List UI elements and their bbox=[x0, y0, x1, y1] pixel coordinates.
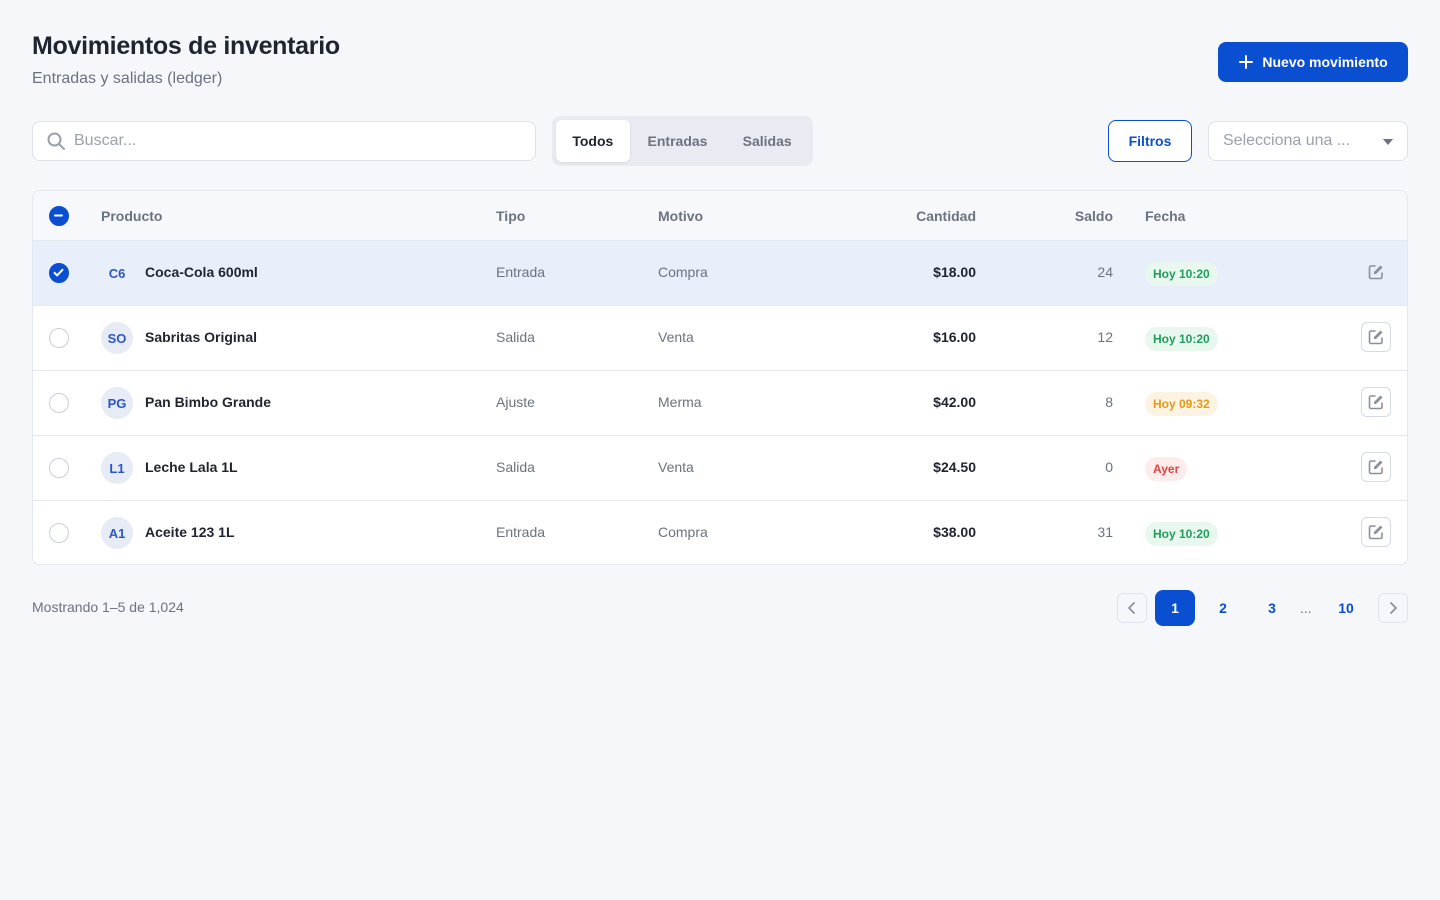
product-avatar: SO bbox=[101, 322, 133, 354]
col-producto[interactable]: Producto bbox=[101, 208, 162, 224]
product-name: Pan Bimbo Grande bbox=[145, 394, 272, 410]
date-badge: Hoy 10:20 bbox=[1145, 327, 1218, 351]
product-avatar: C6 bbox=[108, 265, 126, 281]
col-fecha[interactable]: Fecha bbox=[1145, 208, 1185, 224]
edit-icon bbox=[1368, 460, 1383, 475]
prev-page-button[interactable] bbox=[1117, 593, 1147, 623]
search-input[interactable] bbox=[74, 132, 535, 150]
tab-salidas[interactable]: Salidas bbox=[725, 120, 809, 162]
col-saldo[interactable]: Saldo bbox=[1075, 208, 1113, 224]
movement-type: Salida bbox=[496, 329, 535, 345]
select-all-checkbox[interactable] bbox=[49, 206, 69, 226]
new-movement-button[interactable]: Nuevo movimiento bbox=[1218, 42, 1408, 82]
movement-type: Entrada bbox=[496, 264, 546, 280]
tab-entradas[interactable]: Entradas bbox=[630, 120, 726, 162]
edit-button[interactable] bbox=[1361, 387, 1391, 417]
page-1-button[interactable]: 1 bbox=[1155, 590, 1195, 626]
stock-balance: 12 bbox=[1097, 329, 1113, 345]
select-placeholder: Selecciona una ... bbox=[1223, 132, 1351, 149]
minus-icon bbox=[54, 214, 63, 217]
row-checkbox[interactable] bbox=[49, 523, 69, 543]
movement-reason: Merma bbox=[658, 394, 702, 410]
movement-reason: Compra bbox=[658, 264, 708, 280]
product-name: Aceite 123 1L bbox=[145, 524, 235, 540]
movement-type: Salida bbox=[496, 459, 535, 475]
movement-type: Entrada bbox=[496, 524, 546, 540]
date-badge: Hoy 10:20 bbox=[1145, 262, 1218, 286]
table-row[interactable]: SO Sabritas Original Salida Venta $16.00… bbox=[33, 306, 1407, 371]
edit-button[interactable] bbox=[1361, 322, 1391, 352]
product-name: Leche Lala 1L bbox=[145, 459, 238, 475]
movement-amount: $16.00 bbox=[933, 329, 976, 345]
table-row[interactable]: PG Pan Bimbo Grande Ajuste Merma $42.00 … bbox=[33, 371, 1407, 436]
movement-reason: Compra bbox=[658, 524, 708, 540]
col-cantidad[interactable]: Cantidad bbox=[916, 208, 976, 224]
movement-amount: $24.50 bbox=[933, 459, 976, 475]
edit-button[interactable] bbox=[1361, 517, 1391, 547]
page-2-button[interactable]: 2 bbox=[1203, 590, 1243, 626]
edit-icon bbox=[1368, 395, 1383, 410]
stock-balance: 24 bbox=[1097, 264, 1113, 280]
new-movement-label: Nuevo movimiento bbox=[1262, 54, 1388, 70]
category-select[interactable]: Selecciona una ... bbox=[1208, 121, 1408, 161]
search-box[interactable] bbox=[32, 121, 536, 161]
edit-icon bbox=[1368, 330, 1383, 345]
movement-reason: Venta bbox=[658, 329, 694, 345]
row-checkbox[interactable] bbox=[49, 328, 69, 348]
product-name: Sabritas Original bbox=[145, 329, 258, 345]
edit-icon bbox=[1368, 265, 1383, 280]
tab-todos[interactable]: Todos bbox=[556, 120, 630, 162]
check-icon bbox=[53, 268, 64, 277]
edit-icon bbox=[1368, 525, 1383, 540]
stock-balance: 8 bbox=[1105, 394, 1113, 410]
page-title: Movimientos de inventario bbox=[32, 32, 340, 60]
edit-button[interactable] bbox=[1361, 452, 1391, 482]
table-row[interactable]: A1 Aceite 123 1L Entrada Compra $38.00 3… bbox=[33, 501, 1407, 564]
movements-table: Producto Tipo Motivo Cantidad Saldo Fech… bbox=[32, 190, 1408, 565]
row-checkbox[interactable] bbox=[49, 263, 69, 283]
pagination-summary: Mostrando 1–5 de 1,024 bbox=[32, 599, 184, 615]
table-row[interactable]: L1 Leche Lala 1L Salida Venta $24.50 0 A… bbox=[33, 436, 1407, 501]
movement-reason: Venta bbox=[658, 459, 694, 475]
filters-button[interactable]: Filtros bbox=[1108, 120, 1192, 162]
plus-icon bbox=[1239, 55, 1254, 69]
table-header: Producto Tipo Motivo Cantidad Saldo Fech… bbox=[33, 191, 1407, 241]
next-page-button[interactable] bbox=[1378, 593, 1408, 623]
product-avatar: PG bbox=[101, 387, 133, 419]
chevron-right-icon bbox=[1390, 602, 1397, 614]
stock-balance: 31 bbox=[1097, 524, 1113, 540]
col-tipo[interactable]: Tipo bbox=[496, 208, 525, 224]
type-segmented-control: Todos Entradas Salidas bbox=[552, 116, 813, 166]
date-badge: Hoy 09:32 bbox=[1145, 392, 1218, 416]
movement-amount: $42.00 bbox=[933, 394, 976, 410]
chevron-left-icon bbox=[1128, 602, 1135, 614]
date-badge: Ayer bbox=[1145, 457, 1188, 481]
page-3-button[interactable]: 3 bbox=[1252, 590, 1292, 626]
date-badge: Hoy 10:20 bbox=[1145, 522, 1218, 546]
movement-amount: $38.00 bbox=[933, 524, 976, 540]
col-motivo[interactable]: Motivo bbox=[658, 208, 703, 224]
page-10-button[interactable]: 10 bbox=[1326, 590, 1366, 626]
page-subtitle: Entradas y salidas (ledger) bbox=[32, 70, 223, 87]
product-avatar: A1 bbox=[101, 517, 133, 549]
search-icon bbox=[47, 132, 65, 150]
movement-amount: $18.00 bbox=[933, 264, 976, 280]
chevron-down-icon bbox=[1383, 139, 1393, 145]
product-name: Coca-Cola 600ml bbox=[145, 264, 258, 280]
stock-balance: 0 bbox=[1105, 459, 1113, 475]
row-checkbox[interactable] bbox=[49, 458, 69, 478]
edit-button[interactable] bbox=[1361, 257, 1391, 287]
table-row[interactable]: C6 Coca-Cola 600ml Entrada Compra $18.00… bbox=[33, 241, 1407, 306]
product-avatar: L1 bbox=[101, 452, 133, 484]
pagination-ellipsis: ... bbox=[1300, 600, 1312, 616]
row-checkbox[interactable] bbox=[49, 393, 69, 413]
movement-type: Ajuste bbox=[496, 394, 535, 410]
